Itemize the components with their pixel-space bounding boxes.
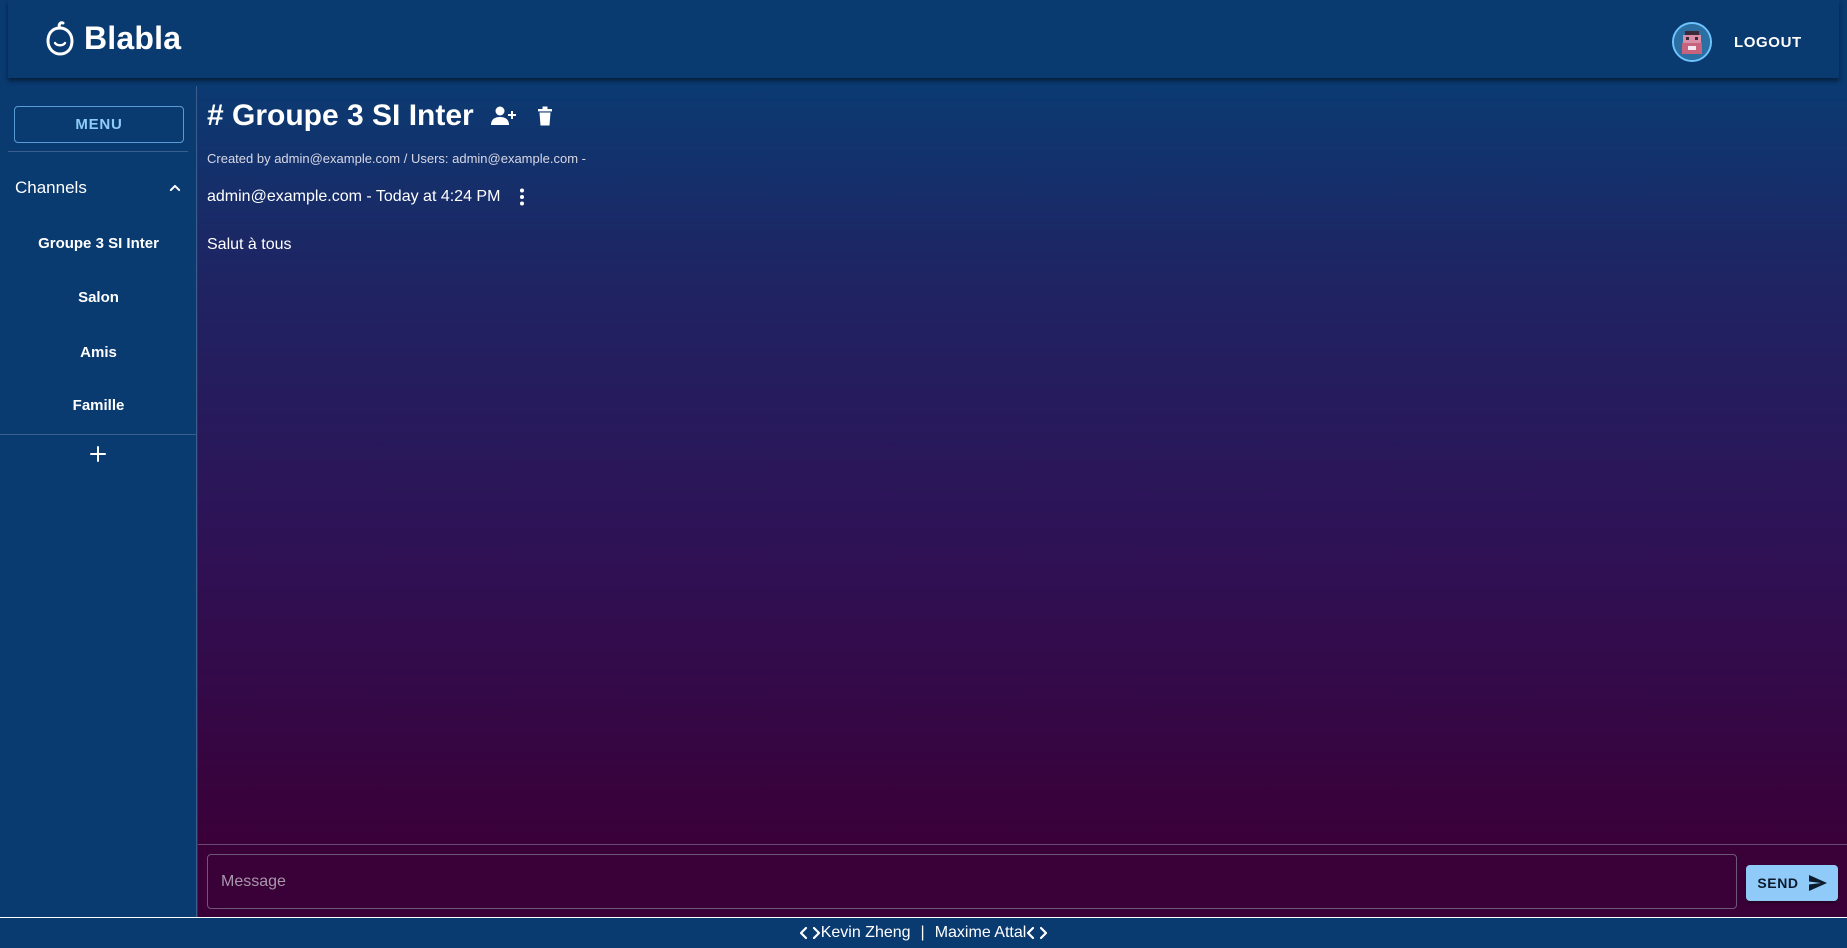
channel-item-famille[interactable]: Famille	[0, 385, 197, 425]
channels-label: Channels	[15, 178, 87, 197]
sidebar-divider	[8, 151, 188, 152]
message-header: admin@example.com - Today at 4:24 PM	[207, 185, 532, 209]
chat-panel: # Groupe 3 SI Inter Created by admin@exa…	[198, 86, 1847, 844]
more-vert-icon	[520, 188, 525, 206]
send-icon	[1808, 875, 1827, 891]
channel-title-row: # Groupe 3 SI Inter	[207, 99, 558, 133]
code-icon	[1027, 926, 1048, 940]
logout-button[interactable]: LOGOUT	[1724, 24, 1812, 60]
channels-header[interactable]: Channels	[15, 173, 185, 203]
message-options-button[interactable]	[512, 185, 532, 209]
message-author-time: admin@example.com - Today at 4:24 PM	[207, 188, 501, 205]
code-icon	[799, 926, 820, 940]
message-text: Salut à tous	[207, 236, 292, 253]
footer-author-1: Kevin Zheng	[820, 924, 911, 941]
avatar-image	[1674, 24, 1710, 60]
plus-icon	[90, 446, 106, 462]
app-header: Blabla LOGOUT	[8, 0, 1839, 78]
footer-separator: |	[920, 924, 925, 941]
app-logo[interactable]: Blabla	[44, 20, 181, 57]
channel-title: # Groupe 3 SI Inter	[207, 99, 474, 132]
trash-icon	[537, 106, 552, 126]
menu-button[interactable]: MENU	[14, 106, 184, 143]
send-label: SEND	[1757, 875, 1799, 891]
send-button[interactable]: SEND	[1746, 865, 1838, 901]
add-user-icon	[490, 106, 516, 125]
user-avatar[interactable]	[1672, 22, 1712, 62]
blabla-logo-icon	[46, 20, 74, 56]
add-user-button[interactable]	[490, 103, 516, 129]
footer-author-2: Maxime Attal	[934, 924, 1027, 941]
channel-label: Amis	[80, 343, 117, 361]
add-channel-button[interactable]	[86, 442, 110, 466]
channel-label: Salon	[78, 288, 119, 306]
app-name: Blabla	[84, 20, 182, 56]
channel-label: Famille	[72, 396, 125, 414]
sidebar-divider	[0, 434, 196, 435]
channel-item-groupe-3-si-inter[interactable]: Groupe 3 SI Inter	[0, 223, 197, 263]
sidebar: MENU Channels Groupe 3 SI Inter Salon Am…	[0, 86, 197, 917]
channel-label: Groupe 3 SI Inter	[38, 234, 159, 252]
message-input[interactable]	[207, 854, 1737, 909]
channel-meta: Created by admin@example.com / Users: ad…	[207, 151, 586, 166]
app-footer: Kevin Zheng | Maxime Attal	[0, 917, 1847, 948]
chevron-up-icon[interactable]	[165, 178, 185, 198]
message-composer: SEND	[198, 844, 1847, 917]
delete-channel-button[interactable]	[532, 103, 558, 129]
channel-item-amis[interactable]: Amis	[0, 332, 197, 372]
channel-item-salon[interactable]: Salon	[0, 277, 197, 317]
